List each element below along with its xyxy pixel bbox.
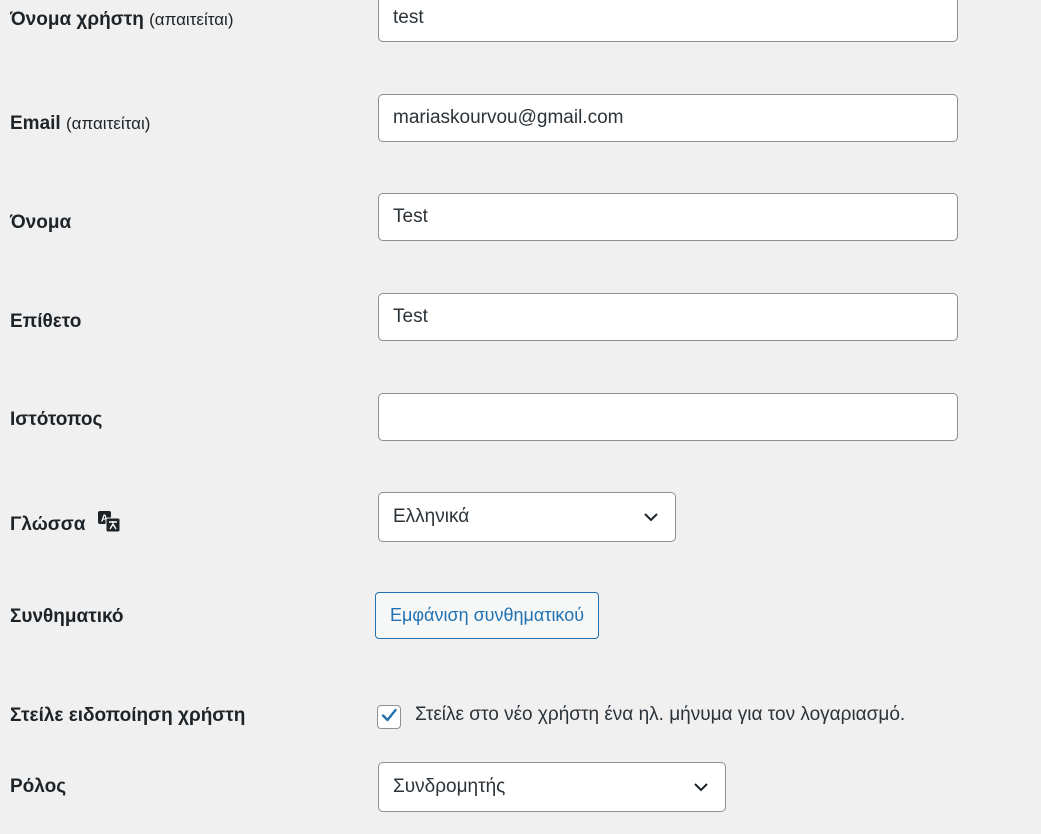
password-label: Συνθηματικό: [10, 606, 124, 628]
notify-checkbox[interactable]: [377, 705, 401, 729]
show-password-button-label: Εμφάνιση συνθηματικού: [390, 605, 585, 625]
email-label-text: Email: [10, 113, 61, 134]
chevron-down-icon: [641, 507, 661, 527]
language-select-value: Ελληνικά: [393, 506, 470, 527]
first-name-label-text: Όνομα: [10, 212, 72, 233]
chevron-down-icon: [691, 777, 711, 797]
first-name-input[interactable]: [378, 193, 958, 241]
notify-label: Στείλε ειδοποίηση χρήστη: [10, 705, 245, 727]
username-label-text: Όνομα χρήστη: [10, 9, 144, 30]
language-select[interactable]: Ελληνικά: [378, 492, 676, 542]
email-required-note: (απαιτείται): [65, 114, 151, 133]
last-name-label-text: Επίθετο: [10, 311, 82, 332]
username-label: Όνομα χρήστη (απαιτείται): [10, 9, 234, 31]
first-name-label: Όνομα: [10, 212, 71, 234]
language-label-text: Γλώσσα: [10, 514, 86, 535]
username-input[interactable]: [378, 0, 958, 42]
translation-icon: A: [97, 509, 121, 539]
role-label: Ρόλος: [10, 776, 66, 798]
website-label-text: Ιστότοπος: [10, 409, 103, 430]
language-label: Γλώσσα A: [10, 509, 121, 539]
notify-checkbox-label[interactable]: Στείλε στο νέο χρήστη ένα ηλ. μήνυμα για…: [415, 704, 905, 726]
role-select[interactable]: Συνδρομητής: [378, 762, 726, 812]
email-input[interactable]: [378, 94, 958, 142]
add-user-form: Όνομα χρήστη (απαιτείται) Email (απαιτεί…: [0, 0, 1041, 834]
password-label-text: Συνθηματικό: [10, 606, 124, 627]
checkmark-icon: [380, 706, 398, 729]
username-required-note: (απαιτείται): [149, 10, 234, 29]
notify-label-text: Στείλε ειδοποίηση χρήστη: [10, 705, 246, 726]
last-name-label: Επίθετο: [10, 311, 81, 333]
role-select-value: Συνδρομητής: [393, 776, 506, 797]
website-label: Ιστότοπος: [10, 409, 102, 431]
email-label: Email (απαιτείται): [10, 113, 150, 135]
last-name-input[interactable]: [378, 293, 958, 341]
show-password-button[interactable]: Εμφάνιση συνθηματικού: [375, 592, 600, 639]
website-input[interactable]: [378, 393, 958, 441]
role-label-text: Ρόλος: [10, 776, 67, 797]
